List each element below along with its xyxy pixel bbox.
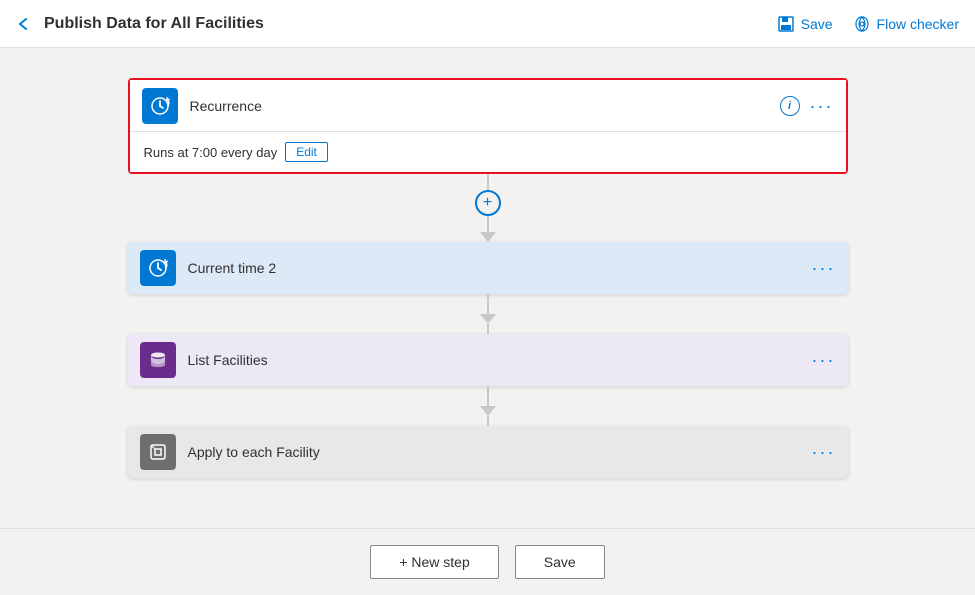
current-time-step: Current time 2 ··· bbox=[128, 242, 848, 294]
apply-each-more-button[interactable]: ··· bbox=[812, 443, 836, 461]
connector-line bbox=[487, 174, 489, 190]
flow-checker-button[interactable]: Flow checker bbox=[853, 15, 959, 33]
bottom-bar: + New step Save bbox=[0, 528, 975, 595]
current-time-title: Current time 2 bbox=[188, 260, 812, 276]
current-time-header[interactable]: Current time 2 ··· bbox=[128, 242, 848, 294]
save-header-button[interactable]: Save bbox=[777, 15, 833, 33]
list-facilities-icon bbox=[140, 342, 176, 378]
arrow-down bbox=[480, 406, 496, 416]
recurrence-more-button[interactable]: ··· bbox=[810, 97, 834, 115]
recurrence-title: Recurrence bbox=[190, 98, 780, 114]
recurrence-header[interactable]: Recurrence i ··· bbox=[130, 80, 846, 132]
list-facilities-header[interactable]: List Facilities ··· bbox=[128, 334, 848, 386]
apply-each-icon bbox=[140, 434, 176, 470]
recurrence-description: Runs at 7:00 every day bbox=[144, 145, 278, 160]
save-bottom-button[interactable]: Save bbox=[515, 545, 605, 579]
list-facilities-more-button[interactable]: ··· bbox=[812, 351, 836, 369]
current-time-icon bbox=[140, 250, 176, 286]
recurrence-edit-button[interactable]: Edit bbox=[285, 142, 328, 162]
flow-canvas: Recurrence i ··· Runs at 7:00 every day … bbox=[0, 48, 975, 528]
apply-each-actions: ··· bbox=[812, 443, 836, 461]
save-icon bbox=[777, 15, 795, 33]
list-facilities-step: List Facilities ··· bbox=[128, 334, 848, 386]
connector-line bbox=[487, 416, 489, 426]
recurrence-info-button[interactable]: i bbox=[780, 96, 800, 116]
connector-line bbox=[487, 216, 489, 232]
loop-icon bbox=[148, 442, 168, 462]
new-step-button[interactable]: + New step bbox=[370, 545, 498, 579]
current-time-actions: ··· bbox=[812, 259, 836, 277]
connector-line bbox=[487, 324, 489, 334]
connector-line bbox=[487, 294, 489, 314]
recurrence-body: Runs at 7:00 every day Edit bbox=[130, 132, 846, 172]
connector-3 bbox=[480, 386, 496, 426]
arrow-down bbox=[480, 232, 496, 242]
header-right: Save Flow checker bbox=[777, 15, 959, 33]
recurrence-step: Recurrence i ··· Runs at 7:00 every day … bbox=[128, 78, 848, 174]
app-header: Publish Data for All Facilities Save Flo… bbox=[0, 0, 975, 48]
database-icon bbox=[148, 350, 168, 370]
arrow-down bbox=[480, 314, 496, 324]
clock-icon-2 bbox=[148, 258, 168, 278]
add-step-button-1[interactable]: + bbox=[475, 190, 501, 216]
clock-icon bbox=[150, 96, 170, 116]
plus-connector-1: + bbox=[475, 174, 501, 242]
flow-checker-icon bbox=[853, 15, 871, 33]
flow-container: Recurrence i ··· Runs at 7:00 every day … bbox=[128, 78, 848, 478]
recurrence-actions: i ··· bbox=[780, 96, 834, 116]
list-facilities-title: List Facilities bbox=[188, 352, 812, 368]
page-title: Publish Data for All Facilities bbox=[44, 15, 264, 33]
list-facilities-actions: ··· bbox=[812, 351, 836, 369]
apply-each-header[interactable]: Apply to each Facility ··· bbox=[128, 426, 848, 478]
back-button[interactable] bbox=[16, 16, 32, 32]
header-left: Publish Data for All Facilities bbox=[16, 15, 264, 33]
apply-each-title: Apply to each Facility bbox=[188, 444, 812, 460]
connector-line bbox=[487, 386, 489, 406]
recurrence-icon bbox=[142, 88, 178, 124]
connector-2 bbox=[480, 294, 496, 334]
apply-each-step: Apply to each Facility ··· bbox=[128, 426, 848, 478]
current-time-more-button[interactable]: ··· bbox=[812, 259, 836, 277]
